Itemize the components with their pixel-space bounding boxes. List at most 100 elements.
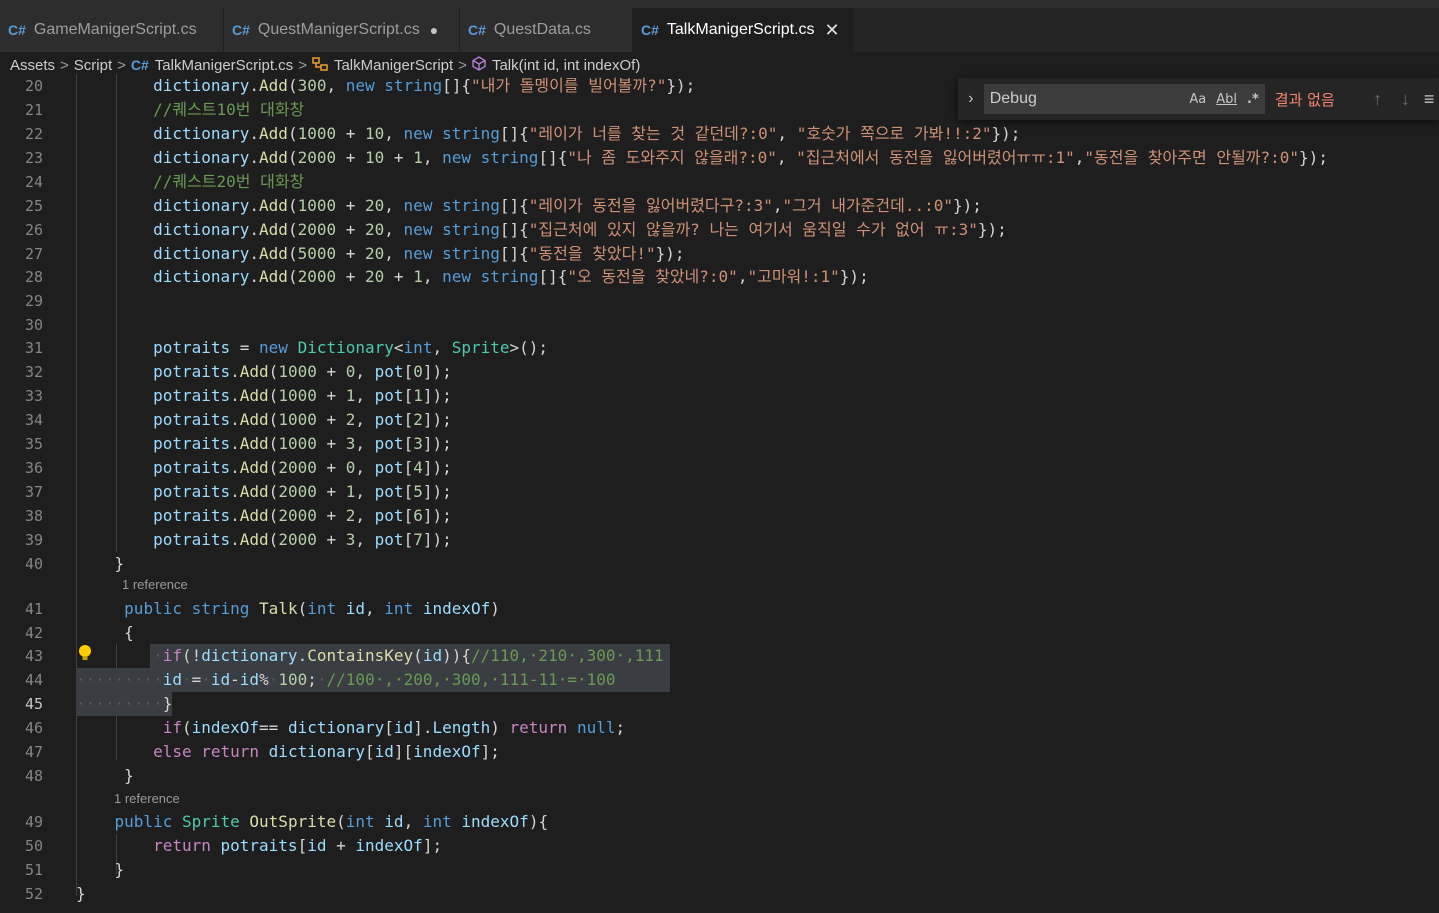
code-token: new	[403, 196, 433, 215]
code-token: [	[403, 530, 414, 549]
code-token: Add	[239, 386, 269, 405]
code-token: });	[666, 76, 696, 95]
code-token: +	[316, 530, 346, 549]
code-line[interactable]: 28 dictionary.Add(2000 + 20 + 1, new str…	[0, 265, 1439, 289]
code-token: int	[384, 599, 414, 618]
code-line[interactable]: 49 public Sprite OutSprite(int id, int i…	[0, 810, 1439, 834]
code-editor[interactable]: 20 dictionary.Add(300, new string[]{"내가 …	[0, 74, 1439, 913]
code-token: 10	[365, 148, 385, 167]
code-line[interactable]: 42 {	[0, 621, 1439, 645]
code-token: id	[422, 646, 443, 665]
code-line[interactable]: 27 dictionary.Add(5000 + 20, new string[…	[0, 242, 1439, 266]
code-token: 2000	[278, 530, 317, 549]
code-token: public	[124, 599, 182, 618]
code-line[interactable]: 33 potraits.Add(1000 + 1, pot[1]);	[0, 384, 1439, 408]
code-line[interactable]: 47 else return dictionary[id][indexOf];	[0, 740, 1439, 764]
code-token: ].	[413, 718, 433, 737]
find-in-selection-icon[interactable]: ≡	[1419, 89, 1439, 110]
code-text: dictionary.Add(1000 + 10, new string[]{"…	[76, 122, 1020, 146]
code-line[interactable]: 40 }	[0, 552, 1439, 576]
breadcrumb-method[interactable]: Talk(int id, int indexOf)	[492, 57, 640, 74]
code-line[interactable]: 41 public string Talk(int id, int indexO…	[0, 597, 1439, 621]
chevron-right-icon: >	[298, 56, 307, 74]
code-token: });	[1299, 148, 1328, 167]
code-token: potraits	[153, 506, 231, 525]
tab-questmanigerscript[interactable]: C# QuestManigerScript.cs ●	[224, 8, 460, 52]
regex-icon[interactable]: .*	[1247, 92, 1259, 107]
line-number: 32	[24, 363, 43, 381]
code-token: Add	[239, 506, 269, 525]
whole-word-icon[interactable]: Abl	[1216, 92, 1237, 107]
tab-talkmanigerscript[interactable]: C# TalkManigerScript.cs ✕	[633, 8, 853, 52]
code-token: indexOf	[355, 836, 423, 855]
code-line[interactable]: 30	[0, 313, 1439, 337]
code-line[interactable]: 48 }	[0, 764, 1439, 788]
code-token: (	[287, 148, 298, 167]
code-line[interactable]: 22 dictionary.Add(1000 + 10, new string[…	[0, 122, 1439, 146]
code-line[interactable]: 32 potraits.Add(1000 + 0, pot[0]);	[0, 360, 1439, 384]
toggle-replace-icon[interactable]: ›	[958, 90, 984, 108]
code-line[interactable]: 46 if(indexOf== dictionary[id].Length) r…	[0, 716, 1439, 740]
code-line[interactable]: 39 potraits.Add(2000 + 3, pot[7]);	[0, 528, 1439, 552]
tab-questdata[interactable]: C# QuestData.cs	[460, 8, 633, 52]
code-line[interactable]: 34 potraits.Add(1000 + 2, pot[2]);	[0, 408, 1439, 432]
code-token: string	[442, 220, 500, 239]
code-line[interactable]: 26 dictionary.Add(2000 + 20, new string[…	[0, 218, 1439, 242]
code-line[interactable]: 51 }	[0, 858, 1439, 882]
code-line[interactable]: 25 dictionary.Add(1000 + 20, new string[…	[0, 194, 1439, 218]
code-token: null	[576, 718, 616, 737]
codelens-references[interactable]: 1 reference	[114, 789, 180, 809]
code-token: (	[268, 362, 279, 381]
code-line[interactable]: 24 //퀘스트20번 대화창	[0, 170, 1439, 194]
code-token: .	[230, 530, 240, 549]
code-token: ·	[201, 670, 211, 689]
code-line[interactable]: 35 potraits.Add(1000 + 3, pot[3]);	[0, 432, 1439, 456]
codelens-references[interactable]: 1 reference	[122, 575, 188, 595]
code-line[interactable]: 52}	[0, 882, 1439, 906]
tab-label: TalkManigerScript.cs	[666, 21, 815, 38]
breadcrumb-assets[interactable]: Assets	[10, 57, 55, 74]
code-token: Add	[259, 76, 288, 95]
code-token: ;	[307, 670, 317, 689]
previous-match-icon[interactable]: ↑	[1364, 89, 1392, 110]
code-line[interactable]: 36 potraits.Add(2000 + 0, pot[4]);	[0, 456, 1439, 480]
tab-label: QuestManigerScript.cs	[257, 21, 420, 38]
breadcrumb-file[interactable]: TalkManigerScript.cs	[155, 57, 293, 74]
code-line[interactable]: 38 potraits.Add(2000 + 2, pot[6]);	[0, 504, 1439, 528]
code-token: pot	[374, 386, 404, 405]
code-token: +	[316, 458, 346, 477]
find-query: Debug	[989, 90, 1037, 107]
code-token: [	[403, 386, 414, 405]
code-line[interactable]: 37 potraits.Add(2000 + 1, pot[5]);	[0, 480, 1439, 504]
code-line[interactable]: 44 ·········id·=·id-id%·100;·//100·,·200,…	[0, 668, 1439, 692]
breadcrumb-class[interactable]: TalkManigerScript	[334, 57, 453, 74]
breadcrumb-script[interactable]: Script	[74, 57, 112, 74]
find-input[interactable]: Debug Aa Abl .*	[983, 84, 1265, 114]
code-line[interactable]: 31 potraits = new Dictionary<int, Sprite…	[0, 336, 1439, 360]
code-token: 1	[345, 482, 356, 501]
code-line[interactable]: 45 ·········}	[0, 692, 1439, 716]
line-number: 38	[24, 507, 43, 525]
tab-gamemanigerscript[interactable]: C# GameManigerScript.cs	[0, 8, 224, 52]
next-match-icon[interactable]: ↓	[1392, 89, 1420, 110]
code-line[interactable]: 50 return potraits[id + indexOf];	[0, 834, 1439, 858]
code-token: potraits	[153, 482, 231, 501]
match-case-icon[interactable]: Aa	[1189, 92, 1206, 107]
code-token: ]);	[422, 362, 452, 381]
close-icon[interactable]: ✕	[825, 20, 840, 41]
code-token: "동전을 찾아주면 안될까?:0"	[1084, 148, 1300, 167]
code-line[interactable]: 29	[0, 289, 1439, 313]
code-token: potraits	[153, 410, 231, 429]
code-token: 1	[345, 386, 356, 405]
code-token: });	[953, 196, 982, 215]
code-line[interactable]: 23 dictionary.Add(2000 + 10 + 1, new str…	[0, 146, 1439, 170]
unsaved-dot-icon[interactable]: ●	[430, 22, 438, 38]
code-line[interactable]: 43 ·if(!dictionary.ContainsKey(id)){//11…	[0, 644, 1439, 668]
